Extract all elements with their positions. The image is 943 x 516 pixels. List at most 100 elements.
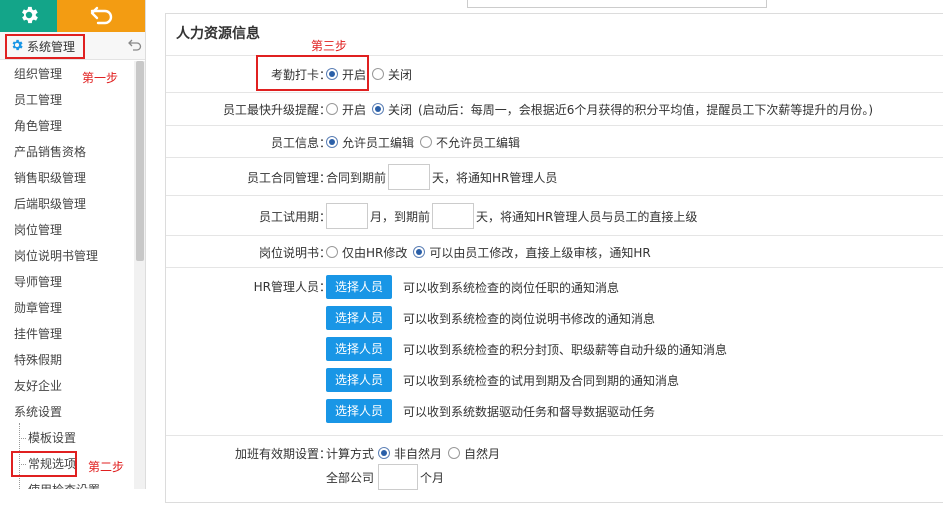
probation-day-suffix: 天，将通知HR管理人员与员工的直接上级 [476,209,698,224]
hr-manager-row: 选择人员 可以收到系统检查的岗位任职的通知消息 [326,274,619,300]
employee-info-deny-radio[interactable] [420,136,433,148]
settings-button[interactable] [0,0,57,32]
employee-info-label: 员工信息： [270,136,331,150]
select-people-button[interactable]: 选择人员 [326,399,392,423]
sidebar-header-label: 系统管理 [27,40,76,54]
promotion-on-label[interactable]: 开启 [342,101,366,118]
overtime-natural-radio[interactable] [448,447,461,459]
promotion-off-label[interactable]: 关闭 [388,101,412,118]
overtime-prefix: 计算方式 [326,446,375,461]
overtime-months-input[interactable] [378,464,419,490]
select-people-button[interactable]: 选择人员 [326,275,392,299]
job-desc-hr-label[interactable]: 仅由HR修改 [342,244,407,261]
row-overtime: 加班有效期设置： 计算方式 非自然月 自然月 全部公司 个月 [166,436,943,516]
sidebar-item-backend-grade[interactable]: 后端职级管理 [0,191,134,217]
sidebar-item-medals[interactable]: 勋章管理 [0,295,134,321]
hr-manager-row: 选择人员 可以收到系统检查的岗位说明书修改的通知消息 [326,305,655,331]
annotation-step3: 第三步 [311,39,348,53]
probation-label: 员工试用期： [258,210,331,224]
attendance-off-radio[interactable] [372,68,385,80]
back-arrow-icon [89,5,115,28]
sidebar-item-partner-companies[interactable]: 友好企业 [0,373,134,399]
sidebar-item-mentors[interactable]: 导师管理 [0,269,134,295]
back-button[interactable] [57,0,145,32]
step2-highlight [11,451,77,477]
employee-info-deny-label[interactable]: 不允许员工编辑 [436,134,520,151]
sidebar-item-job-descriptions[interactable]: 岗位说明书管理 [0,243,134,269]
row-probation: 员工试用期： 月，到期前 天，将通知HR管理人员与员工的直接上级 [166,196,943,236]
overtime-company-label: 全部公司 [326,470,375,485]
row-hr-managers: HR管理人员： 选择人员 可以收到系统检查的岗位任职的通知消息 选择人员 可以收… [166,268,943,436]
annotation-step2: 第二步 [88,460,125,474]
hr-manager-desc: 可以收到系统检查的岗位说明书修改的通知消息 [403,311,656,326]
sidebar-item-special-leave[interactable]: 特殊假期 [0,347,134,373]
tree-line [19,438,26,439]
select-people-button[interactable]: 选择人员 [326,306,392,330]
contract-days-input[interactable] [388,164,431,190]
employee-info-allow-radio[interactable] [326,136,338,148]
sidebar-item-positions[interactable]: 岗位管理 [0,217,134,243]
hr-manager-row: 选择人员 可以收到系统检查的试用到期及合同到期的通知消息 [326,367,679,393]
sidebar-item-system-settings[interactable]: 系统设置 [0,399,134,425]
promotion-on-radio[interactable] [326,103,338,115]
job-desc-emp-label[interactable]: 可以由员工修改，直接上级审核，通知HR [429,244,650,261]
sidebar-scrollbar[interactable] [134,61,145,489]
overtime-month-suffix: 个月 [420,470,445,485]
contract-suffix: 天，将通知HR管理人员 [432,170,558,185]
overtime-label: 加班有效期设置： [234,447,331,461]
contract-label: 员工合同管理： [246,171,331,185]
top-input-fragment[interactable] [467,0,767,8]
probation-days-input[interactable] [432,203,475,229]
overtime-options: 计算方式 非自然月 自然月 [326,442,506,464]
hr-manager-row: 选择人员 可以收到系统数据驱动任务和督导数据驱动任务 [326,398,655,424]
hr-info-panel: 人力资源信息 考勤打卡： 开启 关闭 员工最快升级提醒： 开启 关闭 (启动后：… [165,13,943,503]
overtime-company-row: 全部公司 个月 [326,463,444,491]
employee-info-allow-label[interactable]: 允许员工编辑 [342,134,414,151]
scrollbar-thumb[interactable] [136,61,144,261]
sidebar-item-sales-grade[interactable]: 销售职级管理 [0,165,134,191]
sidebar-item-roles[interactable]: 角色管理 [0,113,134,139]
sidebar: 系统管理 组织管理 员工管理 角色管理 产品销售资格 销售职级管理 后端职级管理… [0,0,146,489]
row-job-desc: 岗位说明书： 仅由HR修改 可以由员工修改，直接上级审核，通知HR [166,236,943,268]
hr-manager-desc: 可以收到系统检查的积分封顶、职级薪等自动升级的通知消息 [403,342,728,357]
sidebar-subitem-usage-check[interactable]: 使用检查设置 [0,477,134,489]
sidebar-section-header[interactable]: 系统管理 [0,32,145,60]
contract-body: 合同到期前 天，将通知HR管理人员 [326,163,557,191]
hr-managers-label: HR管理人员： [253,280,331,294]
probation-months-input[interactable] [326,203,368,229]
overtime-nonnatural-radio[interactable] [378,447,391,459]
promotion-off-radio[interactable] [372,103,385,115]
hr-manager-desc: 可以收到系统检查的岗位任职的通知消息 [403,280,620,295]
sidebar-header-highlight: 系统管理 [5,34,85,59]
contract-prefix: 合同到期前 [326,170,387,185]
hr-manager-desc: 可以收到系统检查的试用到期及合同到期的通知消息 [403,373,680,388]
promotion-label: 员工最快升级提醒： [222,103,331,117]
gear-icon [18,4,40,29]
sidebar-top-buttons [0,0,145,32]
employee-info-options: 允许员工编辑 不允许员工编辑 [326,131,526,153]
overtime-natural-label[interactable]: 自然月 [464,445,500,462]
step3-highlight [256,55,369,91]
promotion-note: (启动后：每周一，会根据近6个月获得的积分平均值，提醒员工下次薪等提升的月份。) [418,102,874,117]
job-desc-hr-radio[interactable] [326,246,338,258]
row-employee-info: 员工信息： 允许员工编辑 不允许员工编辑 [166,126,943,158]
main-content: 人力资源信息 考勤打卡： 开启 关闭 员工最快升级提醒： 开启 关闭 (启动后：… [147,0,943,503]
hr-manager-row: 选择人员 可以收到系统检查的积分封顶、职级薪等自动升级的通知消息 [326,336,727,362]
row-contract: 员工合同管理： 合同到期前 天，将通知HR管理人员 [166,158,943,196]
sidebar-item-employees[interactable]: 员工管理 [0,87,134,113]
section-title: 人力资源信息 [166,14,943,56]
row-promotion: 员工最快升级提醒： 开启 关闭 (启动后：每周一，会根据近6个月获得的积分平均值… [166,93,943,126]
annotation-step1: 第一步 [82,71,119,85]
job-desc-label: 岗位说明书： [258,246,331,260]
collapse-icon[interactable] [128,38,142,52]
sidebar-item-pendants[interactable]: 挂件管理 [0,321,134,347]
job-desc-emp-radio[interactable] [413,246,426,258]
probation-body: 月，到期前 天，将通知HR管理人员与员工的直接上级 [326,202,697,230]
gear-icon [10,38,24,55]
attendance-off-label[interactable]: 关闭 [388,66,412,83]
sidebar-item-product-sales[interactable]: 产品销售资格 [0,139,134,165]
select-people-button[interactable]: 选择人员 [326,368,392,392]
job-desc-options: 仅由HR修改 可以由员工修改，直接上级审核，通知HR [326,241,657,263]
select-people-button[interactable]: 选择人员 [326,337,392,361]
overtime-nonnatural-label[interactable]: 非自然月 [394,445,442,462]
